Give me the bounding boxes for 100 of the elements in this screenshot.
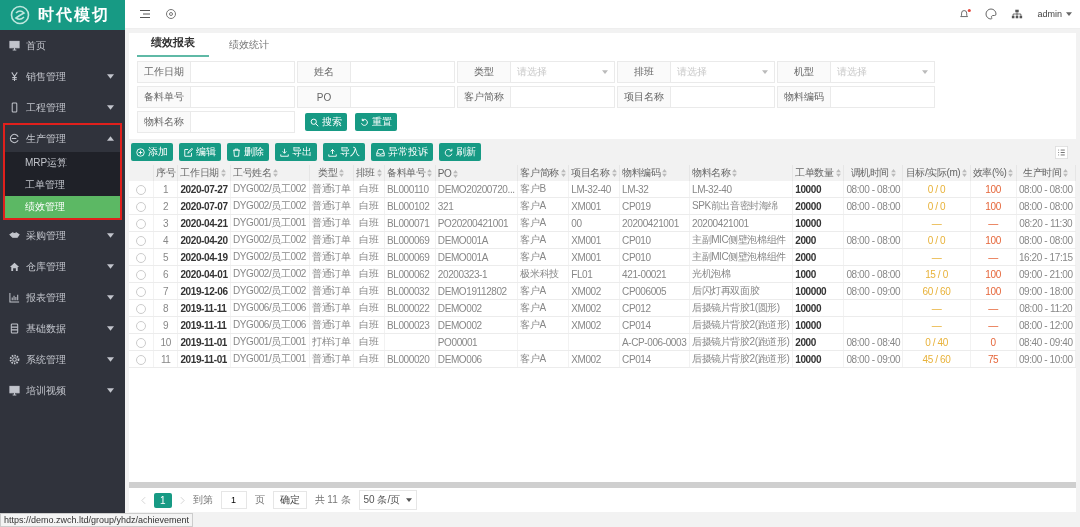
page-button[interactable]: 1 [154, 492, 172, 508]
cycle-icon [9, 133, 20, 144]
column-header[interactable]: 生产时间 [1016, 165, 1076, 181]
column-header[interactable]: PO [435, 165, 518, 181]
table-cell: 4 [163, 234, 169, 246]
toolbar-button[interactable]: 刷新 [439, 143, 481, 161]
sidebar-item[interactable]: 报表管理 [5, 284, 120, 311]
sort-icon[interactable] [273, 169, 279, 178]
table-cell: 08:20 - 11:30 [1019, 217, 1073, 229]
sidebar-item[interactable]: 工程管理 [5, 94, 120, 121]
table-cell: 09:00 - 10:00 [1018, 353, 1073, 365]
column-header[interactable]: 工作日期 [177, 165, 231, 181]
sort-icon[interactable] [835, 169, 841, 178]
column-header[interactable]: 物料名称 [689, 165, 793, 181]
palette-icon[interactable] [985, 8, 998, 20]
table-cell: 7 [163, 285, 169, 297]
table-cell: 白班 [359, 268, 379, 279]
toolbar-button[interactable]: 异常投诉 [371, 143, 433, 161]
sort-icon[interactable] [662, 169, 668, 178]
table-cell: 主副MIC侧壁泡棉组件 [691, 234, 786, 245]
confirm-button[interactable]: 确定 [272, 491, 307, 509]
table-cell: CP019 [622, 200, 651, 212]
table-cell: DEMO001A [437, 251, 488, 263]
column-header[interactable]: 客户简称 [517, 165, 569, 181]
table-cell: 客户A [520, 302, 546, 313]
toolbar-button[interactable]: 编辑 [179, 143, 221, 161]
sort-icon[interactable] [453, 169, 459, 178]
tab[interactable]: 绩效报表 [137, 35, 209, 57]
sort-icon[interactable] [339, 169, 345, 178]
tab[interactable]: 绩效统计 [215, 38, 283, 57]
sort-icon[interactable] [427, 169, 433, 178]
table-cell: DYG006/员工006 [233, 319, 307, 330]
search-icon [310, 117, 319, 127]
column-header[interactable]: 工单数量 [792, 165, 844, 181]
table-cell: 08:00 - 08:00 [846, 200, 901, 212]
sort-icon[interactable] [376, 169, 382, 178]
table-cell: 321 [437, 200, 454, 212]
sidebar-item[interactable]: 采购管理 [5, 222, 120, 249]
column-header[interactable]: 效率(%) [970, 165, 1017, 181]
page-size-select[interactable]: 50 条/页 [358, 490, 418, 510]
sidebar-subitem[interactable]: 工单管理 [5, 174, 120, 196]
sort-icon[interactable] [1063, 169, 1069, 178]
yen-icon [9, 71, 20, 82]
column-header[interactable]: 调机时间 [843, 165, 903, 181]
toolbar-button[interactable]: 删除 [227, 143, 269, 161]
column-header[interactable]: 项目名称 [568, 165, 620, 181]
circle-icon[interactable] [165, 8, 177, 20]
sort-icon[interactable] [732, 169, 738, 178]
table-cell: 100000 [795, 285, 827, 297]
sort-icon[interactable] [220, 169, 226, 178]
column-header[interactable]: 物料编码 [619, 165, 690, 181]
sidebar-item[interactable]: 生产管理 [5, 125, 120, 152]
table-cell: 2020-07-07 [180, 200, 228, 212]
search-button[interactable]: 搜索 [305, 113, 347, 131]
sort-icon[interactable] [962, 169, 968, 178]
toolbar-button[interactable]: 添加 [131, 143, 173, 161]
toolbar-button[interactable]: 导入 [323, 143, 365, 161]
table-cell: DYG006/员工006 [233, 302, 307, 313]
database-icon [9, 323, 20, 334]
sort-icon[interactable] [890, 169, 896, 178]
previous-page-icon[interactable] [141, 495, 146, 505]
table-cell: DEMO20200720... [437, 183, 515, 195]
table-cell: 9 [163, 319, 169, 331]
download-icon [280, 147, 289, 157]
table-cell: 100 [985, 268, 1001, 280]
horizontal-scrollbar[interactable] [129, 482, 1076, 488]
page-input[interactable]: 1 [220, 491, 247, 509]
sidebar-subitem[interactable]: MRP运算 [5, 152, 120, 174]
toolbar-button[interactable]: 导出 [275, 143, 317, 161]
column-header[interactable]: 备料单号 [384, 165, 436, 181]
columns-toggle-icon[interactable] [1055, 145, 1068, 159]
column-header[interactable]: 序号 [153, 165, 178, 181]
table-cell: — [988, 319, 998, 331]
sort-icon[interactable] [1008, 169, 1014, 178]
table-cell: 普通订单 [311, 268, 351, 279]
sort-icon[interactable] [611, 169, 617, 178]
sidebar-item[interactable]: 首页 [5, 32, 120, 59]
column-header[interactable]: 目标/实际(m) [902, 165, 971, 181]
menu-icon[interactable] [139, 8, 151, 20]
bell-icon[interactable] [959, 8, 972, 20]
table-cell: 10000 [795, 302, 822, 314]
sidebar-item[interactable]: 培训视频 [5, 377, 120, 404]
column-header[interactable]: 工号姓名 [230, 165, 310, 181]
table-cell: 08:00 - 12:00 [1018, 319, 1073, 331]
sidebar-item[interactable]: 基础数据 [5, 315, 120, 342]
reset-button[interactable]: 重置 [355, 113, 397, 131]
sidebar-item[interactable]: 系统管理 [5, 346, 120, 373]
sidebar-item[interactable]: 仓库管理 [5, 253, 120, 280]
sidebar-item[interactable]: 销售管理 [5, 63, 120, 90]
gear-icon [9, 354, 20, 365]
table-cell: 10 [160, 336, 171, 348]
column-header[interactable]: 类型 [309, 165, 353, 181]
sort-icon[interactable] [560, 169, 566, 178]
table-cell: 08:00 - 08:00 [846, 234, 901, 246]
table-cell: 08:00 - 11:20 [1019, 302, 1073, 314]
next-page-icon[interactable] [179, 495, 185, 505]
user-name[interactable]: admin [1037, 9, 1062, 19]
column-header[interactable]: 排班 [353, 165, 385, 181]
table-cell: 08:00 - 08:00 [846, 183, 901, 195]
hierarchy-icon[interactable] [1011, 8, 1024, 20]
